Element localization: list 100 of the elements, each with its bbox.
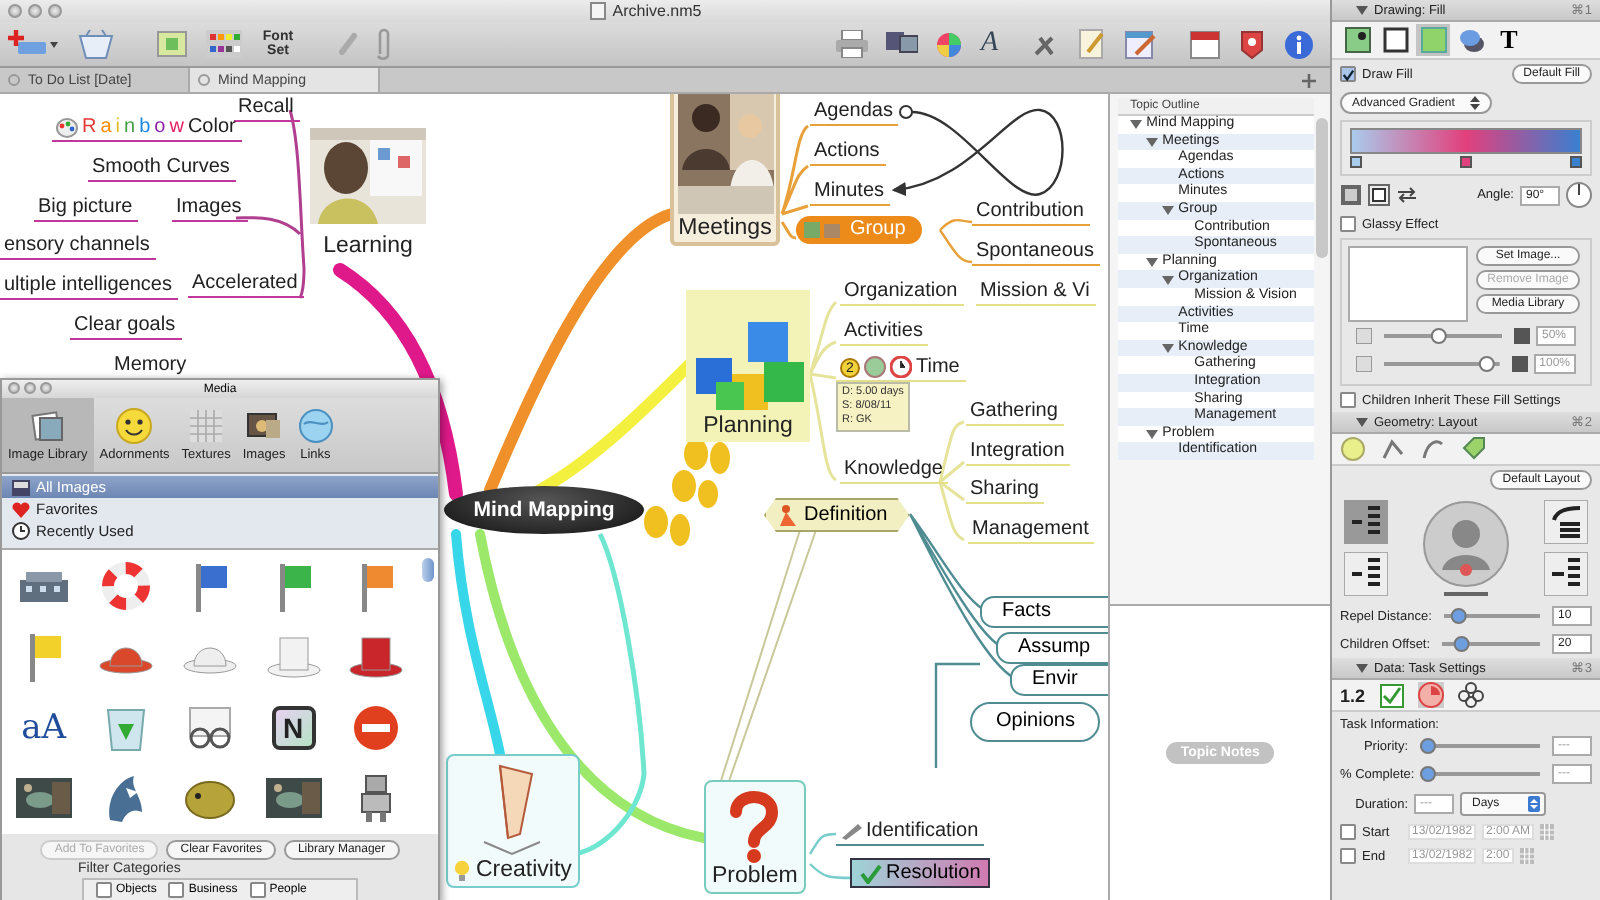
topic-label[interactable]: Activities	[840, 318, 929, 346]
tag-icon[interactable]	[1238, 29, 1266, 59]
topic-label[interactable]: Recall	[234, 94, 300, 122]
robot-icon[interactable]	[356, 774, 397, 823]
close-button[interactable]	[8, 4, 22, 18]
topic-label[interactable]: Envir	[1010, 664, 1109, 696]
disclosure-icon[interactable]	[1146, 135, 1159, 148]
checkbox[interactable]	[1340, 392, 1356, 408]
image-well[interactable]	[1348, 246, 1468, 322]
top-hat-icon[interactable]	[348, 634, 405, 679]
tag-tab-icon[interactable]	[1460, 436, 1486, 462]
slider-track[interactable]	[1420, 738, 1540, 754]
disclosure-icon[interactable]	[1162, 273, 1175, 286]
topic-label[interactable]: Smooth Curves	[88, 154, 236, 182]
curve-tab-icon[interactable]	[1420, 436, 1446, 462]
swap-icon[interactable]	[1396, 184, 1418, 206]
checkbox-tab-icon[interactable]	[1379, 683, 1404, 707]
slider-track[interactable]	[1384, 356, 1500, 372]
slider-thumb[interactable]	[1420, 766, 1436, 782]
zoom-button[interactable]	[40, 382, 52, 394]
topic-label[interactable]: Planning	[703, 414, 793, 438]
basket-icon[interactable]	[78, 28, 114, 60]
topic-label[interactable]: Management	[968, 516, 1095, 544]
border-mode-icon[interactable]	[1368, 184, 1390, 206]
scroll-bar[interactable]	[1316, 118, 1328, 258]
checkbox[interactable]	[168, 882, 185, 898]
zoom-button[interactable]	[48, 4, 62, 18]
topic-label[interactable]: Opinions	[970, 702, 1101, 742]
checkbox[interactable]	[1340, 216, 1356, 232]
disclosure-icon[interactable]	[1356, 4, 1368, 16]
gradient-stop[interactable]	[1570, 156, 1582, 168]
add-topic-icon[interactable]	[8, 30, 60, 58]
recycle-bin-icon[interactable]	[106, 703, 147, 752]
topic-label[interactable]: Big picture	[34, 194, 139, 222]
inspector-tab[interactable]	[1454, 24, 1488, 56]
topic-label[interactable]: Identification	[836, 818, 985, 846]
layout-option-icon[interactable]	[1544, 552, 1588, 596]
topic-node[interactable]: Problem	[704, 780, 806, 894]
flag-icon[interactable]	[356, 559, 397, 612]
font-button[interactable]: A	[980, 30, 998, 58]
color-grid-icon[interactable]	[206, 30, 242, 58]
minimize-button[interactable]	[28, 4, 42, 18]
letters-icon[interactable]: aA	[21, 707, 66, 748]
plus-icon[interactable]	[1300, 71, 1318, 89]
topic-label[interactable]: Sharing	[966, 476, 1045, 504]
disclosure-icon[interactable]	[1356, 662, 1368, 674]
slider-thumb[interactable]	[1450, 608, 1467, 624]
topic-label[interactable]: Creativity	[476, 858, 572, 882]
checkbox[interactable]	[249, 882, 266, 898]
paperclip-icon[interactable]	[376, 26, 392, 62]
gradient-bar[interactable]	[1350, 128, 1582, 154]
topic-label[interactable]: Clear goals	[70, 312, 182, 340]
slider-track[interactable]	[1420, 766, 1540, 782]
close-button[interactable]	[8, 382, 20, 394]
monitor-icon[interactable]	[886, 30, 919, 58]
layout-option-icon[interactable]	[1544, 500, 1588, 544]
checkbox[interactable]	[1340, 66, 1356, 82]
layout-option-icon[interactable]	[1344, 500, 1388, 544]
gradient-stop[interactable]	[1350, 156, 1362, 168]
topic-node[interactable]: Meetings	[670, 94, 780, 246]
lifebuoy-icon[interactable]	[102, 561, 151, 610]
topic-label[interactable]: ensory channels	[0, 232, 156, 260]
numbering-tab[interactable]: 1.2	[1340, 685, 1366, 705]
topic-label[interactable]: Facts	[980, 596, 1109, 628]
slider-thumb[interactable]	[1478, 356, 1495, 372]
topic-label[interactable]: Integration	[966, 438, 1071, 466]
topic-label[interactable]: Learning	[323, 234, 413, 258]
style-icon[interactable]	[156, 28, 188, 60]
topic-label[interactable]: Resolution	[852, 860, 989, 886]
topic-label[interactable]: Actions	[810, 138, 886, 166]
slider-thumb[interactable]	[1429, 328, 1446, 344]
layout-wheel[interactable]	[1420, 498, 1512, 598]
disclosure-icon[interactable]	[1356, 416, 1368, 428]
pencil-icon[interactable]	[1124, 28, 1156, 60]
topic-label[interactable]: Accelerated	[188, 270, 304, 298]
topic-label[interactable]: Images	[172, 194, 248, 222]
topic-label[interactable]: Contribution	[972, 198, 1090, 226]
glasses-icon[interactable]	[183, 705, 236, 750]
angle-dial[interactable]	[1566, 182, 1592, 208]
close-icon[interactable]	[198, 74, 210, 86]
printer-icon[interactable]	[836, 30, 869, 58]
topic-label[interactable]: Meetings	[678, 216, 772, 240]
topic-label[interactable]: Mission & Vi	[976, 278, 1096, 306]
color-wheel-icon[interactable]	[936, 31, 963, 57]
checkbox[interactable]	[1340, 824, 1356, 840]
disclosure-icon[interactable]	[1162, 204, 1175, 217]
notepad-icon[interactable]	[1078, 28, 1106, 60]
central-topic[interactable]: Mind Mapping	[444, 486, 644, 534]
branch-tab-icon[interactable]	[1380, 436, 1406, 462]
fill-mode-icon[interactable]	[1340, 184, 1362, 206]
inspector-tab[interactable]	[1378, 24, 1412, 56]
topic-label[interactable]: Agendas	[810, 98, 899, 126]
minimize-button[interactable]	[24, 382, 36, 394]
info-icon[interactable]	[1284, 29, 1314, 59]
slider-thumb[interactable]	[1420, 738, 1436, 754]
slider-thumb[interactable]	[1454, 636, 1471, 652]
flower-tab-icon[interactable]	[1457, 682, 1484, 708]
building-icon[interactable]	[15, 567, 72, 604]
letter-tile[interactable]: N	[271, 705, 316, 750]
topic-label[interactable]: Knowledge	[840, 456, 949, 484]
